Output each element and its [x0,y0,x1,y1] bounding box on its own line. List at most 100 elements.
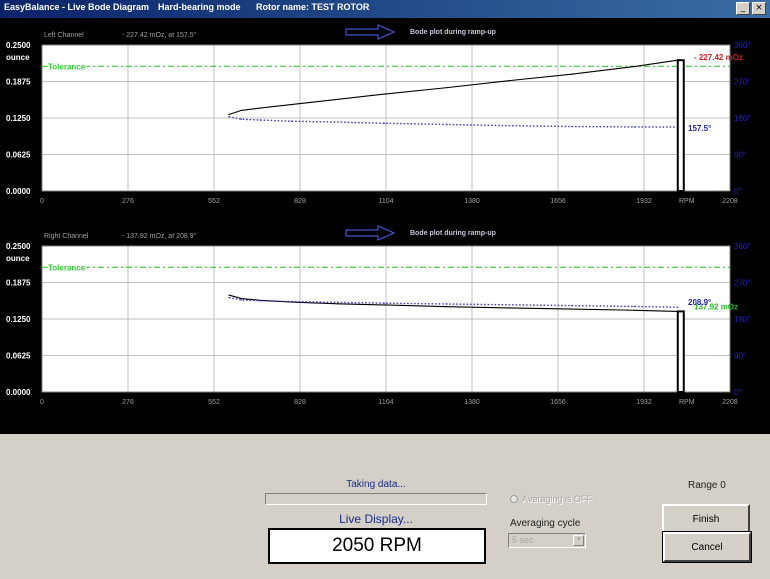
x-tick-label: 1932 [636,399,652,406]
averaging-toggle[interactable]: Averaging is OFF [510,494,592,504]
channel-readout: - 227.42 mOz, at 157.5° [122,31,197,39]
x-tick-label: 552 [208,198,220,205]
x-unit-label: RPM [679,198,695,205]
x-tick-label: 1656 [550,399,566,406]
tolerance-label: Tolerance [48,263,86,272]
amplitude-value-label: - 227.42 mOz [694,53,743,62]
y2-tick-label: 360° [734,242,751,251]
phase-point [384,302,386,304]
phase-point [446,303,448,305]
range-label: Range 0 [688,480,726,491]
radio-icon[interactable] [510,495,518,503]
left-channel-chart: 0.2500 0.1875 0.1250 0.0625 0.0000 ounce 360° 2… [0,21,770,217]
phase-point [228,116,230,118]
close-button[interactable]: × [752,2,766,15]
channel-readout: - 137.92 mOz, at 208.9° [122,232,197,240]
amplitude-point [384,93,386,95]
right-channel-chart: 0.2500 0.1875 0.1250 0.0625 0.0000 ounce 360° 2… [0,222,770,418]
phase-point [633,305,635,308]
x-tick-label: 2208 [722,198,738,205]
y-tick-label: 0.1875 [6,279,31,288]
phase-point [259,300,261,302]
amplitude-point [633,309,635,311]
amplitude-point [259,107,261,109]
amplitude-point [446,306,448,308]
phase-point [571,125,573,128]
y-tick-label: 0.1250 [6,114,31,123]
y-tick-label: 0.0625 [6,352,31,361]
channel-title: Left Channel [44,32,84,39]
title-bar: EasyBalance - Live Bode Diagram Hard-bea… [0,0,770,18]
averaging-status: Averaging is OFF [522,494,592,504]
phase-point [384,122,386,124]
banner-text: Bode plot during ramp-up [410,230,496,237]
x-tick-label: 276 [122,198,134,205]
y2-tick-label: 90° [734,151,746,160]
x-tick-label: 1932 [636,198,652,205]
phase-value-label: 157.5° [688,124,711,133]
y-tick-label: 0.2500 [6,242,31,251]
x-tick-label: 1104 [378,399,393,406]
phase-point [337,301,339,303]
y2-tick-label: 0° [734,187,742,196]
phase-value-label: 208.9° [688,298,711,307]
minimize-button[interactable]: _ [736,2,750,15]
averaging-cycle-value: 5 sec [512,535,534,545]
x-tick-label: 552 [208,399,220,406]
y2-tick-label: 180° [734,114,751,123]
y2-tick-label: 270° [734,279,751,288]
amplitude-point [240,109,243,112]
banner-text: Bode plot during ramp-up [410,29,496,36]
finish-button[interactable]: Finish [662,504,750,534]
amplitude-point [337,303,339,305]
phase-point [508,304,510,306]
amplitude-point [633,66,635,68]
phase-point [571,305,573,307]
phase-point [508,125,510,127]
status-text: Taking data... [346,479,406,490]
x-tick-label: 0 [40,198,44,205]
live-display-label: Live Display... [339,512,413,526]
phase-point [677,306,679,308]
averaging-cycle-select[interactable]: 5 sec ▼ [508,533,586,548]
x-tick-label: 0 [40,399,44,406]
y-tick-label: 0.1875 [6,78,31,87]
y2-tick-label: 90° [734,352,746,361]
amplitude-point [240,297,243,300]
y-unit-label: ounce [6,254,30,263]
x-tick-label: 1380 [464,198,480,205]
y2-tick-label: 360° [734,41,751,50]
y2-tick-label: 180° [734,315,751,324]
amplitude-point [290,103,292,106]
cancel-button[interactable]: Cancel [662,531,752,563]
y-tick-label: 0.0000 [6,388,31,397]
x-tick-label: 1380 [464,399,480,406]
y-tick-label: 0.1250 [6,315,31,324]
rotor-name: Rotor name: TEST ROTOR [256,2,370,12]
rpm-display: 2050 RPM [268,528,486,564]
phase-point [240,299,243,301]
x-tick-label: 276 [122,399,134,406]
app-title: EasyBalance - Live Bode Diagram [4,2,150,12]
phase-point [240,118,243,120]
x-unit-label: RPM [679,399,695,406]
amplitude-point [508,307,510,309]
chevron-down-icon[interactable]: ▼ [573,535,584,546]
x-tick-label: 1104 [378,198,393,205]
phase-point [228,296,230,299]
progress-bar [265,493,487,505]
current-rpm-bar [676,310,685,393]
mode-label: Hard-bearing mode [158,2,241,12]
amplitude-point [337,98,339,100]
channel-title: Right Channel [44,233,89,240]
phase-point [446,123,448,126]
y-tick-label: 0.0625 [6,151,31,160]
y2-tick-label: 270° [734,78,751,87]
y-tick-label: 0.0000 [6,187,31,196]
y-tick-label: 0.2500 [6,41,31,50]
amplitude-point [228,113,230,116]
phase-point [633,126,635,128]
phase-point [259,119,261,121]
y2-tick-label: 0° [734,388,742,397]
amplitude-point [228,294,230,296]
